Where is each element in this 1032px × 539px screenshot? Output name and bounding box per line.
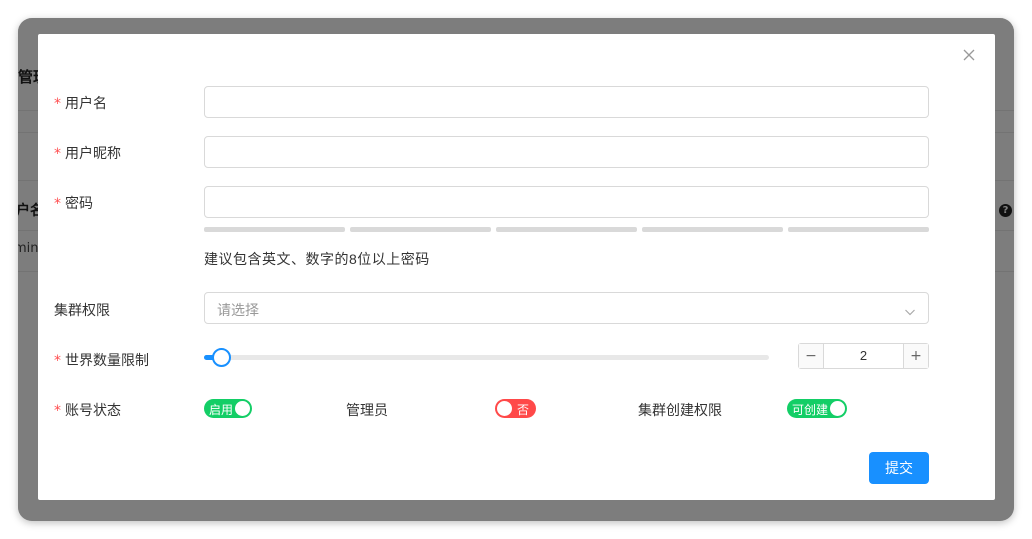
username-label-text: 用户名 bbox=[65, 95, 107, 111]
world-limit-label: * 世界数量限制 bbox=[54, 350, 149, 370]
world-limit-stepper: − 2 + bbox=[798, 343, 929, 369]
cluster-create-label: 集群创建权限 bbox=[638, 402, 722, 418]
world-limit-value[interactable]: 2 bbox=[824, 344, 903, 368]
app-window: 管理 户名 mini ? *用户名 *用户昵称 *密码 bbox=[18, 18, 1014, 521]
password-strength-meter bbox=[204, 227, 929, 232]
required-mark: * bbox=[54, 146, 61, 162]
strength-segment bbox=[788, 227, 929, 232]
increment-button[interactable]: + bbox=[903, 344, 928, 368]
world-limit-slider-handle[interactable] bbox=[212, 348, 231, 367]
username-label: * 用户名 bbox=[54, 93, 107, 113]
required-mark: * bbox=[54, 196, 61, 212]
username-input[interactable] bbox=[204, 86, 929, 118]
admin-label: 管理员 bbox=[346, 402, 388, 418]
switch-text: 可创建 bbox=[792, 403, 829, 417]
decrement-button[interactable]: − bbox=[799, 344, 824, 368]
close-icon[interactable] bbox=[961, 47, 977, 63]
password-label: * 密码 bbox=[54, 193, 93, 213]
password-hint: 建议包含英文、数字的8位以上密码 bbox=[204, 251, 430, 267]
switch-text: 否 bbox=[517, 403, 530, 417]
nickname-label: * 用户昵称 bbox=[54, 143, 121, 163]
world-limit-label-text: 世界数量限制 bbox=[65, 352, 149, 368]
switch-text: 启用 bbox=[209, 403, 234, 417]
admin-switch[interactable]: 否 bbox=[495, 399, 536, 418]
password-label-text: 密码 bbox=[65, 195, 93, 211]
submit-button[interactable]: 提交 bbox=[869, 452, 929, 484]
required-mark: * bbox=[54, 403, 61, 419]
user-form-modal: * 用户名 * 用户昵称 * 密码 建议包含英文、数字的8位以上密码 集群权限 请选择 bbox=[38, 34, 995, 500]
nickname-input[interactable] bbox=[204, 136, 929, 168]
cluster-permission-select[interactable]: 请选择 bbox=[204, 292, 929, 324]
nickname-label-text: 用户昵称 bbox=[65, 145, 121, 161]
required-mark: * bbox=[54, 353, 61, 369]
switch-knob bbox=[830, 401, 845, 416]
cluster-permission-label-text: 集群权限 bbox=[54, 302, 110, 318]
switch-knob bbox=[235, 401, 250, 416]
cluster-create-switch[interactable]: 可创建 bbox=[787, 399, 847, 418]
account-status-label: * 账号状态 bbox=[54, 400, 121, 420]
account-status-label-text: 账号状态 bbox=[65, 402, 121, 418]
required-mark: * bbox=[54, 96, 61, 112]
strength-segment bbox=[350, 227, 491, 232]
world-limit-slider-track[interactable] bbox=[204, 355, 769, 360]
cluster-permission-label: 集群权限 bbox=[54, 300, 110, 320]
select-placeholder: 请选择 bbox=[217, 302, 259, 318]
strength-segment bbox=[642, 227, 783, 232]
strength-segment bbox=[204, 227, 345, 232]
switch-knob bbox=[497, 401, 512, 416]
account-status-switch[interactable]: 启用 bbox=[204, 399, 252, 418]
password-input[interactable] bbox=[204, 186, 929, 218]
chevron-down-icon bbox=[904, 303, 916, 316]
strength-segment bbox=[496, 227, 637, 232]
